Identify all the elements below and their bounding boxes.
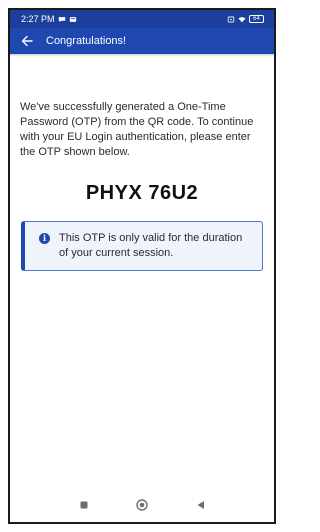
vibrate-icon [227,16,235,23]
intro-text: We've successfully generated a One-Time … [20,101,254,158]
status-time: 2:27 PM [21,14,55,24]
circle-icon[interactable] [135,498,149,512]
main-content: We've successfully generated a One-Time … [10,54,274,271]
wifi-icon [238,16,246,23]
notification-icon [69,16,77,23]
arrow-left-icon[interactable] [20,34,34,48]
square-icon[interactable] [77,498,91,512]
system-nav-bar [10,488,274,522]
status-bar: 2:27 PM 64 [10,10,274,28]
otp-validity-notice: i This OTP is only valid for the duratio… [21,221,263,271]
otp-code: PHYX 76U2 [85,182,199,204]
battery-icon: 64 [249,15,264,23]
phone-screen: 2:27 PM 64 Congratulations! We've succes… [8,8,276,524]
chat-bubble-icon [58,16,66,23]
status-left: 2:27 PM [21,14,77,24]
notice-text: This OTP is only valid for the duration … [59,232,243,259]
app-bar: Congratulations! [10,28,274,54]
status-right: 64 [227,15,264,23]
info-icon: i [39,233,50,244]
page-title: Congratulations! [46,35,127,47]
triangle-back-icon[interactable] [193,498,207,512]
